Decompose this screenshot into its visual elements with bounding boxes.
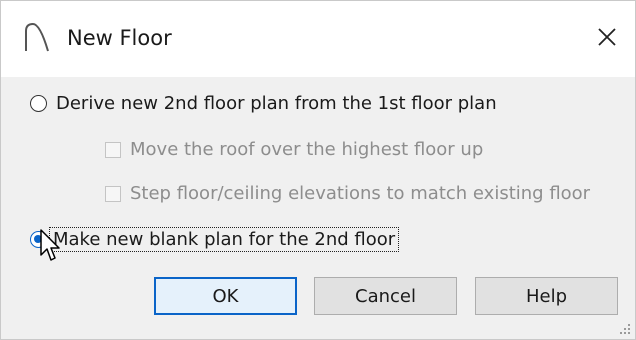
step-floor-option: Step floor/ceiling elevations to match e… <box>105 183 590 204</box>
mouse-cursor-icon <box>40 229 60 261</box>
cancel-button[interactable]: Cancel <box>314 277 457 315</box>
dialog-body: Derive new 2nd floor plan from the 1st f… <box>1 77 635 339</box>
derive-radio[interactable] <box>30 95 47 112</box>
resize-grip-icon[interactable] <box>619 323 631 335</box>
new-floor-dialog: New Floor Derive new 2nd floor plan from… <box>0 0 636 340</box>
move-roof-checkbox <box>105 141 121 158</box>
ok-button[interactable]: OK <box>154 277 297 315</box>
move-roof-option: Move the roof over the highest floor up <box>105 139 483 160</box>
derive-option[interactable]: Derive new 2nd floor plan from the 1st f… <box>30 93 497 114</box>
derive-label: Derive new 2nd floor plan from the 1st f… <box>56 93 497 114</box>
dialog-title: New Floor <box>67 26 172 50</box>
step-floor-checkbox <box>105 185 121 202</box>
step-floor-label: Step floor/ceiling elevations to match e… <box>130 183 591 204</box>
blank-plan-option[interactable]: Make new blank plan for the 2nd floor <box>30 227 400 252</box>
move-roof-label: Move the roof over the highest floor up <box>130 139 484 160</box>
blank-plan-label: Make new blank plan for the 2nd floor <box>48 227 400 252</box>
help-button[interactable]: Help <box>475 277 618 315</box>
title-bar: New Floor <box>1 1 635 77</box>
arch-icon <box>23 21 53 57</box>
close-icon[interactable] <box>589 19 625 55</box>
